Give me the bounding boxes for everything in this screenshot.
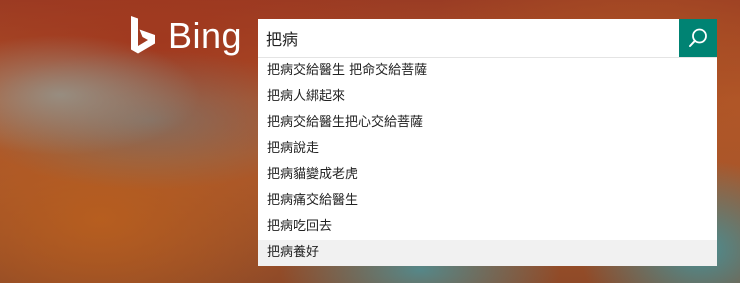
search-bar xyxy=(258,19,717,57)
search-input[interactable] xyxy=(258,19,679,57)
suggestion-item[interactable]: 把病貓變成老虎 xyxy=(258,162,717,188)
suggestion-item[interactable]: 把病人綁起來 xyxy=(258,84,717,110)
suggestion-list: 把病交給醫生 把命交給菩薩 把病人綁起來 把病交給醫生把心交給菩薩 把病說走 把… xyxy=(258,57,717,266)
search-button[interactable] xyxy=(679,19,717,57)
suggestion-item[interactable]: 把病交給醫生把心交給菩薩 xyxy=(258,110,717,136)
suggestion-item[interactable]: 把病養好 xyxy=(258,240,717,266)
bing-wordmark: Bing xyxy=(168,15,243,56)
suggestion-item[interactable]: 把病痛交給醫生 xyxy=(258,188,717,214)
suggestion-item[interactable]: 把病吃回去 xyxy=(258,214,717,240)
bing-logo[interactable]: Bing xyxy=(128,14,242,58)
bing-logo-icon xyxy=(131,16,155,54)
suggestion-item[interactable]: 把病交給醫生 把命交給菩薩 xyxy=(258,58,717,84)
search-icon xyxy=(689,28,707,47)
suggestion-item[interactable]: 把病說走 xyxy=(258,136,717,162)
